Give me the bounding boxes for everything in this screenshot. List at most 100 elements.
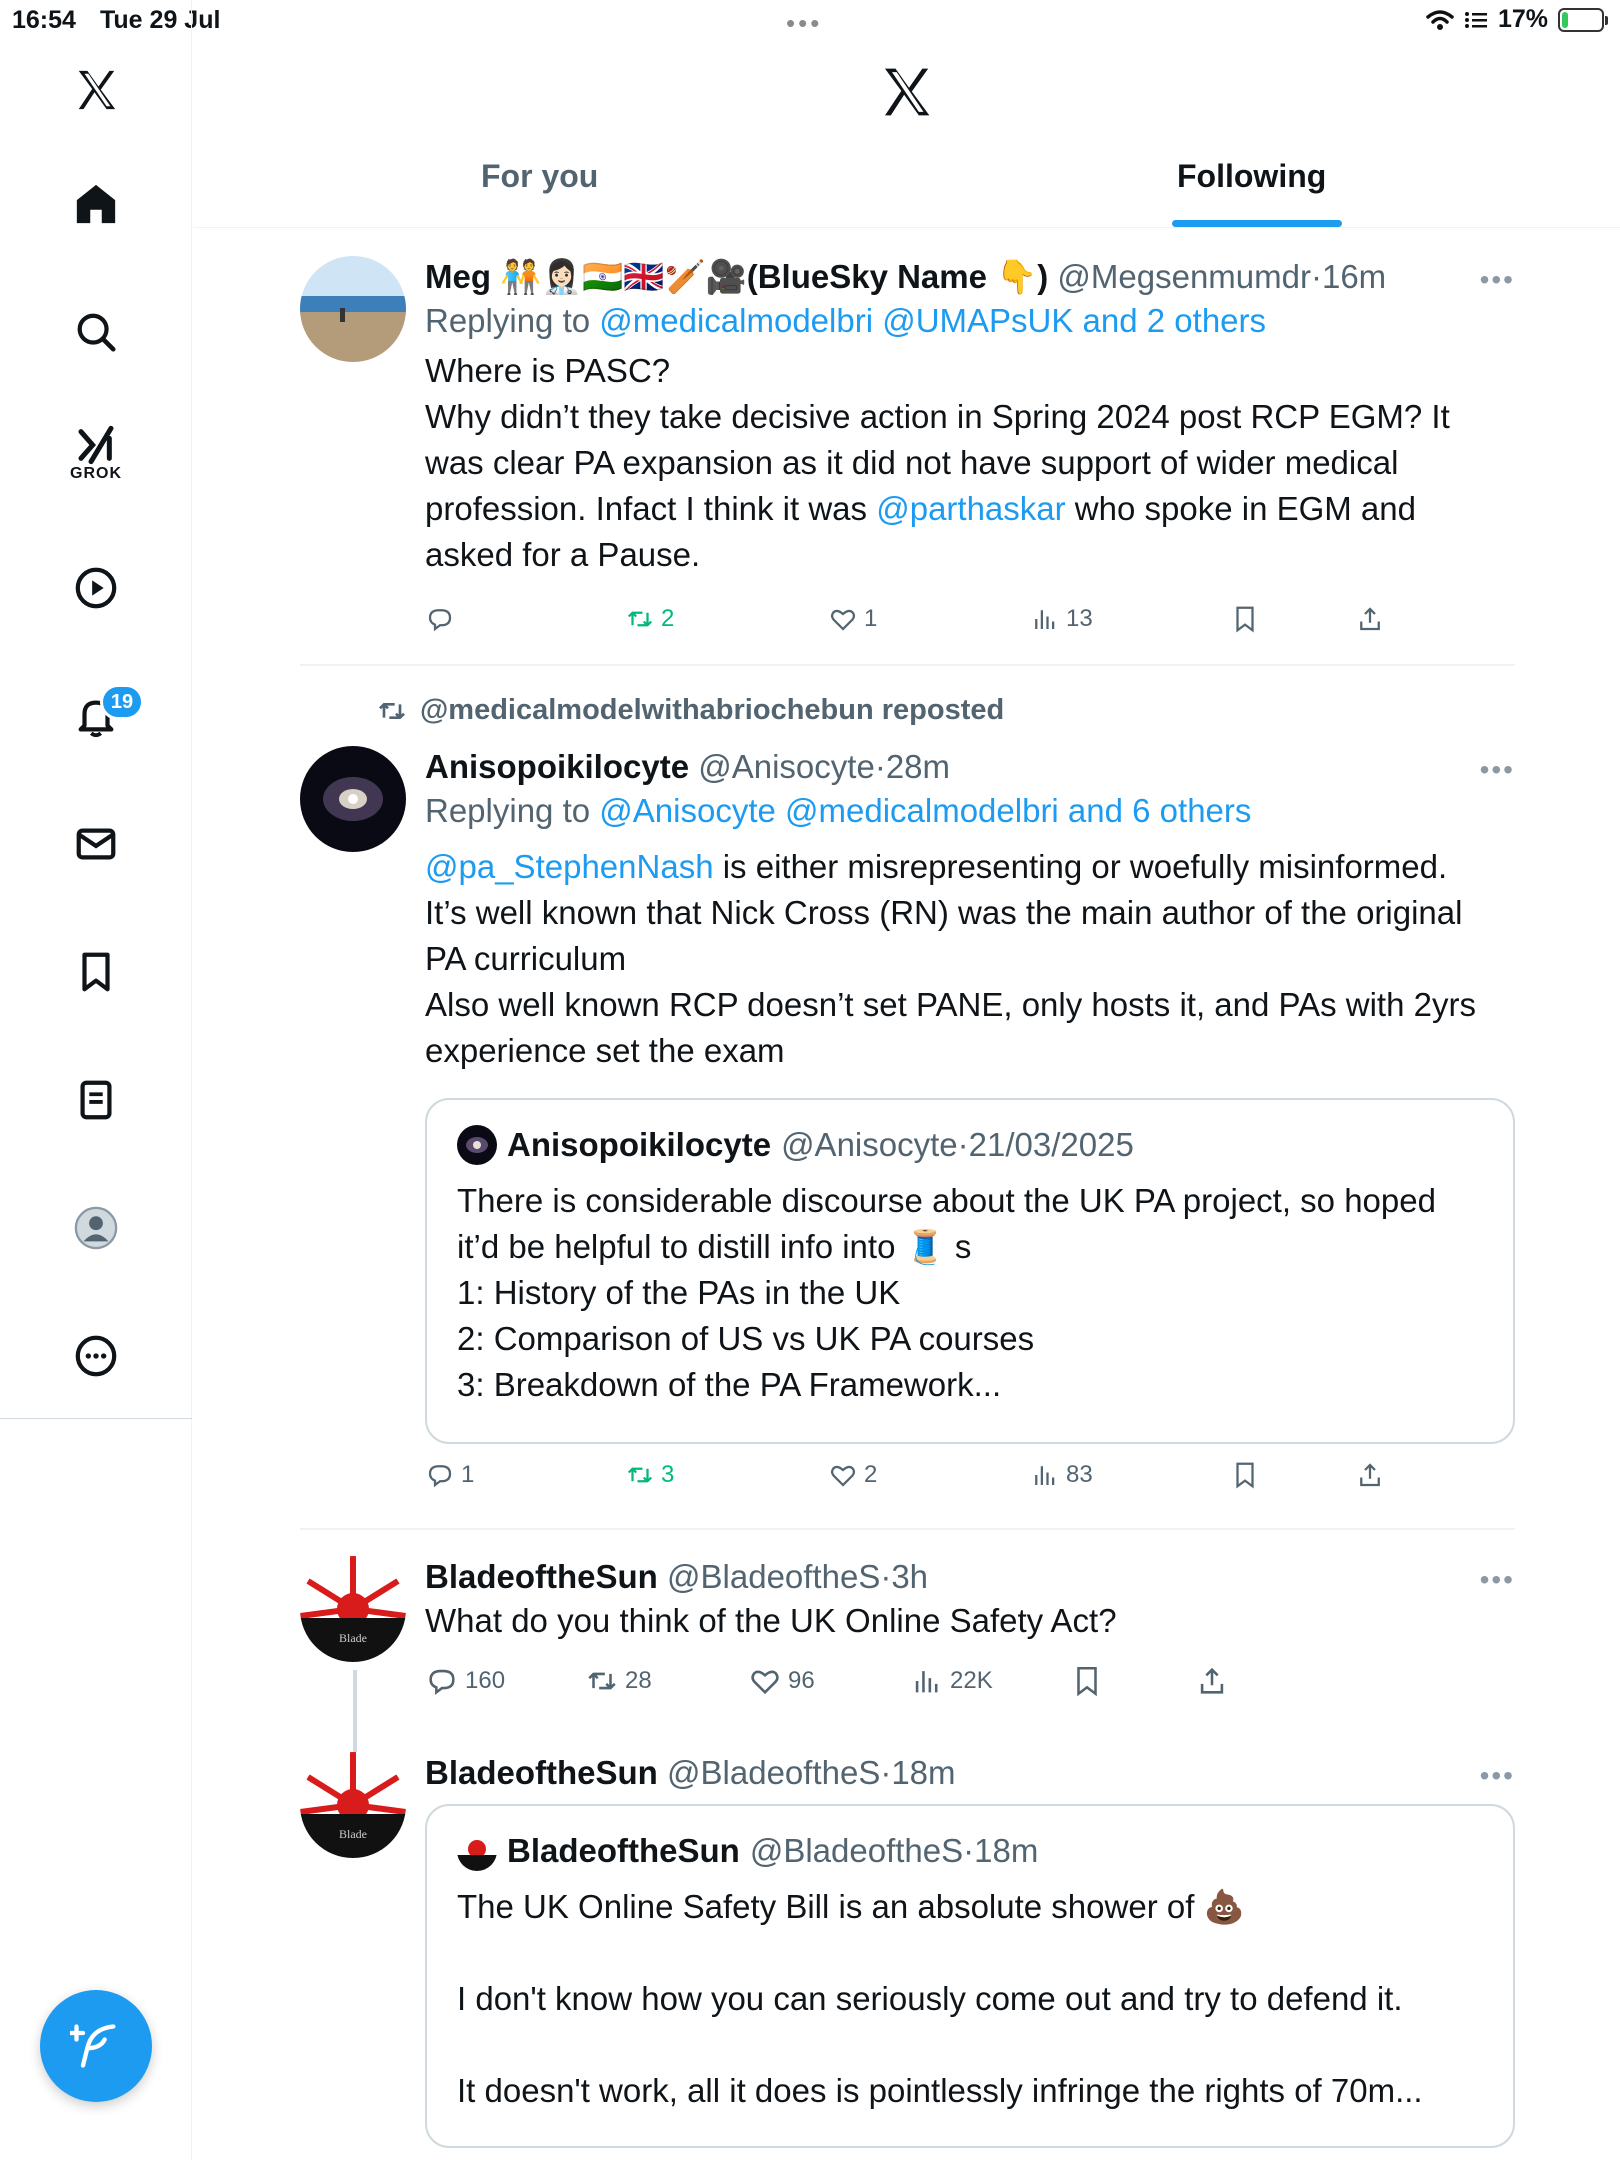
tab-following[interactable]: Following	[1177, 158, 1326, 195]
messages-icon[interactable]	[60, 808, 132, 880]
home-icon[interactable]	[60, 168, 132, 240]
multitask-dots-icon[interactable]: •••	[786, 8, 822, 39]
compose-post-button[interactable]	[40, 1990, 152, 2102]
tweet[interactable]: Anisopoikilocyte @Anisocyte·28m Replying…	[300, 746, 1515, 1526]
tweet[interactable]: Blade BladeoftheSun @BladeoftheS·18m •••…	[300, 1752, 1515, 2160]
author-handle[interactable]: @Megsenmumdr	[1057, 258, 1311, 295]
repost-count: 2	[661, 605, 675, 632]
reposted-by[interactable]: @medicalmodelwithabriochebun reposted	[376, 694, 1004, 727]
quoted-avatar	[457, 1125, 497, 1165]
quoted-tweet[interactable]: BladeoftheSun @BladeoftheS·18m The UK On…	[425, 1804, 1515, 2148]
views-button[interactable]: 13	[1030, 604, 1093, 634]
replying-targets-link[interactable]: @medicalmodelbri @UMAPsUK and 2 others	[599, 302, 1266, 339]
replying-targets-link[interactable]: @Anisocyte @medicalmodelbri and 6 others	[599, 792, 1251, 829]
quoted-author-handle: @Anisocyte	[781, 1126, 958, 1163]
quoted-text-line: 2: Comparison of US vs UK PA courses	[457, 1320, 1035, 1357]
bookmark-button[interactable]	[1230, 604, 1260, 634]
bookmark-icon	[1077, 1666, 1097, 1697]
more-options-button[interactable]: •••	[1480, 754, 1515, 786]
author-name[interactable]: BladeoftheSun	[425, 1754, 658, 1791]
search-icon[interactable]	[60, 296, 132, 368]
reply-button[interactable]	[425, 604, 461, 634]
sidebar: GROK 19	[0, 0, 192, 2160]
repost-small-icon	[379, 702, 405, 719]
wifi-icon	[1426, 9, 1454, 30]
quoted-handle-time: @BladeoftheS·18m	[749, 1832, 1039, 1869]
quoted-text: There is considerable discourse about th…	[457, 1178, 1483, 1408]
post-time[interactable]: 28m	[886, 748, 950, 785]
profile-avatar-icon[interactable]	[60, 1192, 132, 1264]
more-options-button[interactable]: •••	[1480, 1760, 1515, 1792]
repost-button[interactable]: 28	[585, 1664, 652, 1698]
repost-count: 28	[625, 1667, 652, 1694]
like-button[interactable]: 1	[828, 604, 877, 634]
separator-dot: ·	[880, 1558, 892, 1595]
post-time[interactable]: 16m	[1322, 258, 1386, 295]
quoted-author-name: BladeoftheSun	[507, 1832, 740, 1869]
avatar[interactable]	[300, 746, 406, 852]
author-name[interactable]: Meg 🧑‍🤝‍🧑👩🏻‍⚕️🇮🇳🇬🇧🏏🎥(BlueSky Name 👇)	[425, 258, 1048, 295]
avatar[interactable]: Blade	[300, 1556, 406, 1662]
share-button[interactable]	[1355, 604, 1385, 634]
grok-icon[interactable]: GROK	[60, 418, 132, 490]
quoted-author-name: Anisopoikilocyte	[507, 1126, 772, 1163]
timeline-header: For you Following	[193, 40, 1620, 228]
more-options-icon[interactable]	[60, 1320, 132, 1392]
status-right: 17%	[1426, 5, 1608, 34]
tweet[interactable]: Blade BladeoftheSun @BladeoftheS·3h What…	[300, 1556, 1515, 1790]
quoted-text-line: it’d be helpful to distill info into 🧵 s	[457, 1228, 972, 1265]
author-name[interactable]: BladeoftheSun	[425, 1558, 658, 1595]
quoted-author-handle: @BladeoftheS	[749, 1832, 964, 1869]
bookmark-button[interactable]	[1230, 1460, 1260, 1490]
bookmarks-icon[interactable]	[60, 936, 132, 1008]
post-time[interactable]: 18m	[891, 1754, 955, 1791]
author-name[interactable]: Anisopoikilocyte	[425, 748, 689, 785]
repost-button[interactable]: 2	[625, 604, 674, 634]
tweet[interactable]: Meg 🧑‍🤝‍🧑👩🏻‍⚕️🇮🇳🇬🇧🏏🎥(BlueSky Name 👇) @Me…	[300, 256, 1515, 656]
bookmark-button[interactable]	[1070, 1664, 1104, 1698]
share-icon	[1200, 1667, 1224, 1694]
repost-button[interactable]: 3	[625, 1460, 674, 1490]
video-icon[interactable]	[60, 552, 132, 624]
tweet-header: BladeoftheSun @BladeoftheS·3h	[425, 1556, 1515, 1598]
reply-icon	[428, 1465, 452, 1488]
x-logo-icon[interactable]	[60, 54, 132, 126]
views-button[interactable]: 83	[1030, 1460, 1093, 1490]
views-chart-icon	[1035, 1466, 1055, 1485]
like-button[interactable]: 96	[748, 1664, 815, 1698]
like-button[interactable]: 2	[828, 1460, 877, 1490]
quoted-text-line: There is considerable discourse about th…	[457, 1182, 1436, 1219]
share-button[interactable]	[1355, 1460, 1385, 1490]
tab-for-you[interactable]: For you	[481, 158, 598, 195]
avatar[interactable]: Blade	[300, 1752, 406, 1858]
author-handle[interactable]: @BladeoftheS	[667, 1754, 880, 1791]
more-options-button[interactable]: •••	[1480, 1564, 1515, 1596]
more-options-button[interactable]: •••	[1480, 264, 1515, 296]
share-button[interactable]	[1195, 1664, 1229, 1698]
heart-icon	[830, 1465, 856, 1487]
battery-level	[1562, 11, 1568, 28]
post-time[interactable]: 3h	[891, 1558, 928, 1595]
reply-icon	[428, 609, 452, 632]
quoted-tweet-header: BladeoftheSun @BladeoftheS·18m	[457, 1830, 1483, 1872]
battery-percent: 17%	[1497, 5, 1548, 33]
bookmark-icon	[1236, 606, 1254, 633]
reply-button[interactable]: 160	[425, 1664, 505, 1698]
views-button[interactable]: 22K	[910, 1664, 993, 1698]
separator-dot: ·	[1310, 258, 1322, 295]
lists-icon[interactable]	[60, 1064, 132, 1136]
sidebar-divider	[0, 1418, 192, 1419]
tweet-header: BladeoftheSun @BladeoftheS·18m	[425, 1752, 1515, 1794]
avatar[interactable]	[300, 256, 406, 362]
notifications-badge: 19	[100, 684, 144, 720]
mention-link[interactable]: @pa_StephenNash	[425, 848, 714, 885]
author-handle[interactable]: @Anisocyte	[698, 748, 875, 785]
tweet-text-line: @pa_StephenNash is either misrepresentin…	[425, 844, 1515, 890]
tweet-text-fragment: is either misrepresenting or woefully mi…	[713, 848, 1448, 885]
author-handle[interactable]: @BladeoftheS	[667, 1558, 880, 1595]
reply-button[interactable]: 1	[425, 1460, 474, 1490]
tweet-text-line: experience set the exam	[425, 1032, 785, 1069]
mention-link[interactable]: @parthaskar	[876, 490, 1065, 527]
tweet-divider	[300, 1528, 1515, 1530]
quoted-tweet[interactable]: Anisopoikilocyte @Anisocyte·21/03/2025 T…	[425, 1098, 1515, 1444]
